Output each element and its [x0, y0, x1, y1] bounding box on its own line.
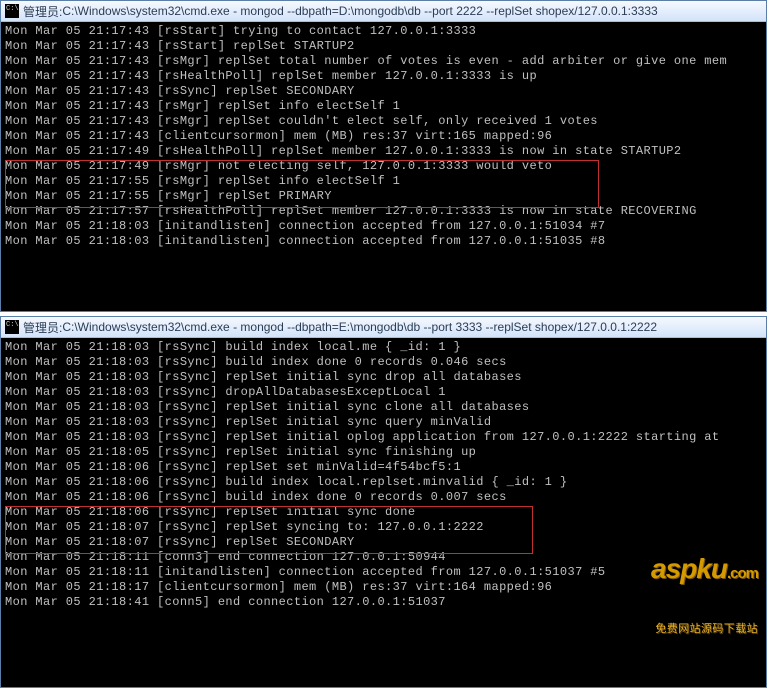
log-line: Mon Mar 05 21:17:43 [rsStart] replSet ST… [5, 39, 764, 54]
log-line: Mon Mar 05 21:18:03 [rsSync] replSet ini… [5, 415, 764, 430]
log-line: Mon Mar 05 21:18:03 [rsSync] replSet ini… [5, 400, 764, 415]
log-line: Mon Mar 05 21:18:03 [rsSync] replSet ini… [5, 370, 764, 385]
log-line: Mon Mar 05 21:18:17 [clientcursormon] me… [5, 580, 764, 595]
log-line: Mon Mar 05 21:17:49 [rsMgr] not electing… [5, 159, 764, 174]
console-output-2[interactable]: Mon Mar 05 21:18:03 [rsSync] build index… [1, 338, 766, 687]
log-line: Mon Mar 05 21:17:43 [rsSync] replSet SEC… [5, 84, 764, 99]
title-prefix-2: 管理员: [23, 319, 62, 336]
log-line: Mon Mar 05 21:17:43 [rsMgr] replSet coul… [5, 114, 764, 129]
log-line: Mon Mar 05 21:18:03 [initandlisten] conn… [5, 219, 764, 234]
terminal-window-2: 管理员: C:\Windows\system32\cmd.exe - mongo… [0, 316, 767, 688]
log-line: Mon Mar 05 21:18:06 [rsSync] build index… [5, 475, 764, 490]
log-line: Mon Mar 05 21:18:03 [rsSync] replSet ini… [5, 430, 764, 445]
log-line: Mon Mar 05 21:18:05 [rsSync] replSet ini… [5, 445, 764, 460]
log-line: Mon Mar 05 21:17:43 [clientcursormon] me… [5, 129, 764, 144]
title-path-2: C:\Windows\system32\cmd.exe - mongod --d… [62, 320, 657, 334]
watermark-subtitle: 免费网站源码下载站 [597, 622, 758, 637]
log-line: Mon Mar 05 21:17:43 [rsMgr] replSet tota… [5, 54, 764, 69]
titlebar-1[interactable]: 管理员: C:\Windows\system32\cmd.exe - mongo… [1, 1, 766, 22]
title-path-1: C:\Windows\system32\cmd.exe - mongod --d… [62, 4, 657, 18]
log-line: Mon Mar 05 21:17:43 [rsHealthPoll] replS… [5, 69, 764, 84]
title-prefix-1: 管理员: [23, 3, 62, 20]
log-line: Mon Mar 05 21:17:55 [rsMgr] replSet PRIM… [5, 189, 764, 204]
log-line: Mon Mar 05 21:18:07 [rsSync] replSet syn… [5, 520, 764, 535]
log-line: Mon Mar 05 21:18:41 [conn5] end connecti… [5, 595, 764, 610]
log-line: Mon Mar 05 21:18:11 [conn3] end connecti… [5, 550, 764, 565]
log-line: Mon Mar 05 21:18:06 [rsSync] build index… [5, 490, 764, 505]
log-line: Mon Mar 05 21:18:03 [initandlisten] conn… [5, 234, 764, 249]
console-output-1[interactable]: Mon Mar 05 21:17:43 [rsStart] trying to … [1, 22, 766, 311]
cmd-icon [5, 320, 19, 334]
log-line: Mon Mar 05 21:17:43 [rsMgr] replSet info… [5, 99, 764, 114]
log-line: Mon Mar 05 21:17:49 [rsHealthPoll] replS… [5, 144, 764, 159]
log-line: Mon Mar 05 21:18:11 [initandlisten] conn… [5, 565, 764, 580]
log-line: Mon Mar 05 21:18:07 [rsSync] replSet SEC… [5, 535, 764, 550]
log-line: Mon Mar 05 21:18:03 [rsSync] dropAllData… [5, 385, 764, 400]
log-line: Mon Mar 05 21:18:03 [rsSync] build index… [5, 340, 764, 355]
log-line: Mon Mar 05 21:17:57 [rsHealthPoll] replS… [5, 204, 764, 219]
titlebar-2[interactable]: 管理员: C:\Windows\system32\cmd.exe - mongo… [1, 317, 766, 338]
log-line: Mon Mar 05 21:18:06 [rsSync] replSet ini… [5, 505, 764, 520]
terminal-window-1: 管理员: C:\Windows\system32\cmd.exe - mongo… [0, 0, 767, 312]
log-line: Mon Mar 05 21:17:55 [rsMgr] replSet info… [5, 174, 764, 189]
log-line: Mon Mar 05 21:18:06 [rsSync] replSet set… [5, 460, 764, 475]
cmd-icon [5, 4, 19, 18]
log-line: Mon Mar 05 21:17:43 [rsStart] trying to … [5, 24, 764, 39]
log-line: Mon Mar 05 21:18:03 [rsSync] build index… [5, 355, 764, 370]
